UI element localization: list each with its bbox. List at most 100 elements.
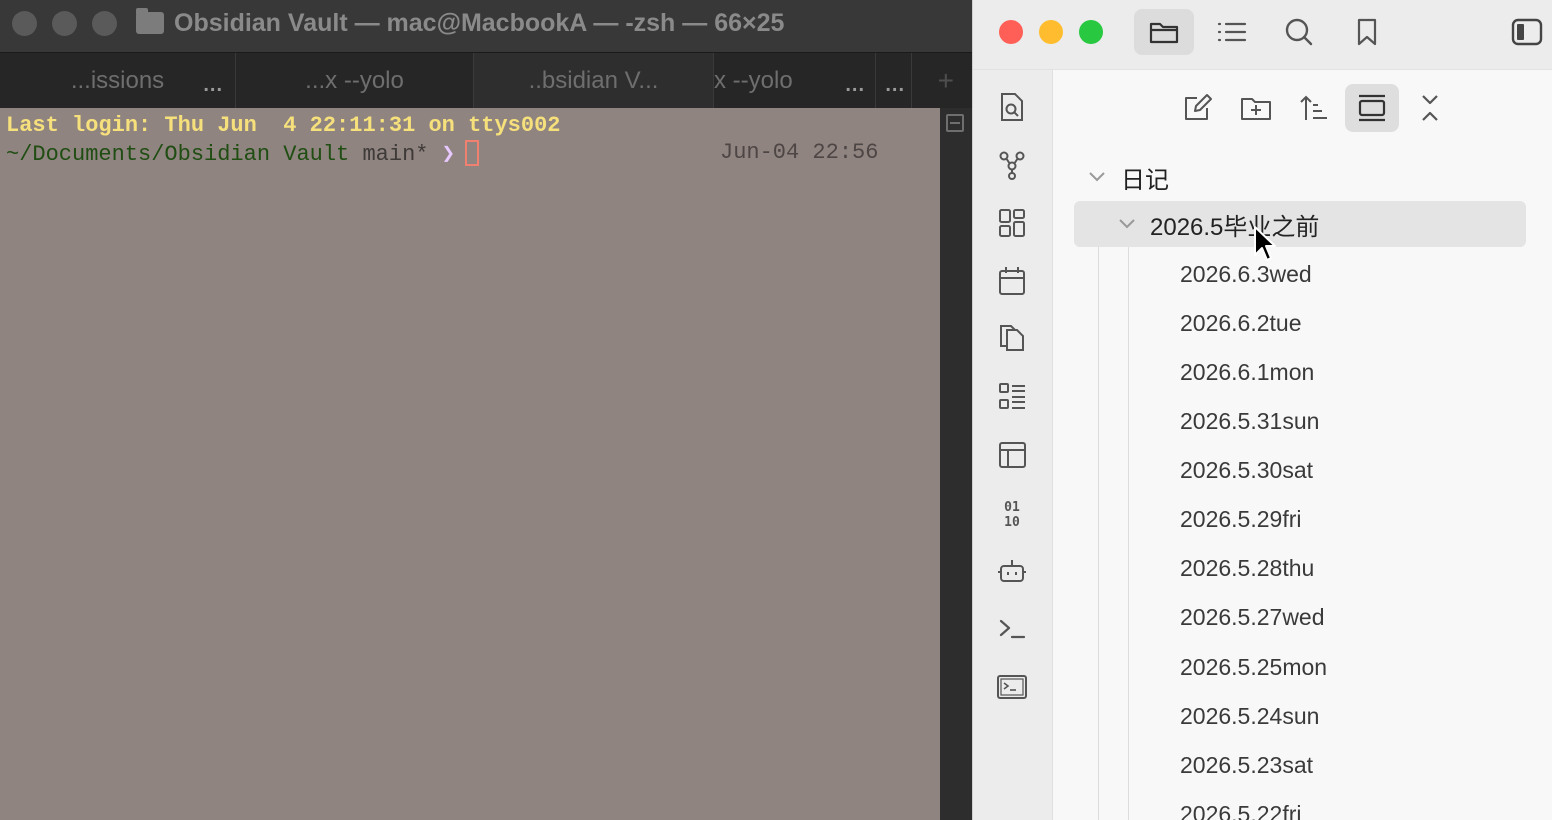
ribbon-templates[interactable]: [995, 322, 1029, 356]
terminal-output[interactable]: Last login: Thu Jun 4 22:11:31 on ttys00…: [0, 108, 940, 820]
terminal-tab-3[interactable]: ..bsidian V...: [474, 53, 714, 109]
terminal-tab-1[interactable]: ...issions ...: [0, 53, 236, 109]
tree-folder-label: 2026.5毕业之前: [1150, 213, 1320, 241]
tab-label: ...x --yolo: [305, 67, 404, 94]
terminal-minimize-button[interactable]: [52, 11, 77, 36]
binary-icon: 0110: [1004, 500, 1020, 529]
tab-activity-indicator: ...: [203, 74, 223, 96]
mouse-pointer-icon: [1254, 226, 1276, 261]
tab-files[interactable]: [1134, 9, 1194, 55]
terminal-tab-5[interactable]: ...: [876, 53, 912, 109]
indent-guide: [1128, 247, 1129, 820]
prompt-arrow: ❯: [441, 142, 455, 167]
terminal-title: Obsidian Vault — mac@MacbookA — -zsh — 6…: [136, 8, 784, 38]
tree-file-item[interactable]: 2026.5.23sat: [1180, 752, 1313, 779]
ribbon-command[interactable]: [995, 612, 1029, 646]
collapse-view-icon: [1358, 94, 1386, 122]
terminal-tab-4[interactable]: x --yolo ...: [714, 53, 876, 109]
copy-icon: [1000, 325, 1024, 351]
terminal-zoom-button[interactable]: [92, 11, 117, 36]
tree-file-item[interactable]: 2026.6.1mon: [1180, 359, 1314, 386]
ribbon-terminal[interactable]: [995, 670, 1029, 704]
tab-outline-list[interactable]: [1202, 9, 1262, 55]
graph-icon: [999, 151, 1025, 180]
tab-activity-indicator: ...: [845, 74, 865, 96]
right-prompt-timestamp: Jun-04 22:56: [720, 140, 879, 165]
terminal-titlebar: Obsidian Vault — mac@MacbookA — -zsh — 6…: [0, 0, 972, 52]
layout-icon: [999, 442, 1026, 468]
ribbon-canvas[interactable]: [995, 206, 1029, 240]
tree-file-item[interactable]: 2026.5.22fri: [1180, 801, 1301, 820]
prompt-line: ~/Documents/Obsidian Vault main* ❯: [6, 140, 479, 169]
outline-icon: [999, 383, 1025, 409]
file-search-icon: [1001, 93, 1023, 121]
new-tab-button[interactable]: +: [938, 65, 954, 97]
ribbon-layout[interactable]: [995, 438, 1029, 472]
chevron-down-icon: [1089, 172, 1105, 182]
calendar-icon: [999, 267, 1025, 295]
tree-file-item[interactable]: 2026.5.31sun: [1180, 408, 1319, 435]
obsidian-minimize-button[interactable]: [1039, 20, 1063, 44]
tree-file-item[interactable]: 2026.5.27wed: [1180, 604, 1325, 631]
list-icon: [1217, 22, 1247, 42]
tab-search[interactable]: [1269, 9, 1329, 55]
tree-file-item[interactable]: 2026.5.29fri: [1180, 506, 1301, 533]
new-folder-icon: [1241, 98, 1271, 120]
tree-file-item[interactable]: 2026.5.28thu: [1180, 555, 1314, 582]
bookmark-icon: [1357, 18, 1377, 46]
terminal-scrollbar[interactable]: [940, 108, 972, 820]
tree-file-item[interactable]: 2026.5.24sun: [1180, 703, 1319, 730]
obsidian-window: 01 10 日记 2026.5毕业之前 2026.6.3wed 2026.6.2…: [972, 0, 1552, 820]
prompt-path: ~/Documents/Obsidian Vault: [6, 142, 350, 167]
new-folder-button[interactable]: [1229, 84, 1283, 132]
new-note-icon: [1185, 94, 1212, 120]
tab-label: ...issions: [70, 67, 165, 94]
ribbon-ai-assistant[interactable]: [995, 554, 1029, 588]
svg-text:01: 01: [1004, 500, 1020, 515]
search-icon: [1285, 18, 1313, 46]
ribbon-graph-view[interactable]: [995, 148, 1029, 182]
ribbon-quick-switcher[interactable]: [995, 90, 1029, 124]
tree-folder-subfolder[interactable]: 2026.5毕业之前: [1117, 209, 1320, 241]
terminal-window: Obsidian Vault — mac@MacbookA — -zsh — 6…: [0, 0, 972, 820]
files-icon: [1149, 22, 1179, 44]
prompt-branch: main*: [362, 142, 429, 167]
ribbon-binary[interactable]: 01 10: [995, 496, 1029, 530]
grid-icon: [999, 209, 1025, 237]
terminal-tab-2[interactable]: ...x --yolo: [236, 53, 474, 109]
toggle-sidebar-button[interactable]: [1507, 9, 1547, 55]
tab-label: x --yolo: [714, 67, 793, 94]
terminal-title-text: Obsidian Vault — mac@MacbookA — -zsh — 6…: [174, 8, 785, 37]
terminal-window-icon: [997, 675, 1027, 699]
tree-folder-label: 日记: [1121, 166, 1169, 194]
indent-guide: [1098, 201, 1099, 820]
ribbon-daily-notes[interactable]: [995, 264, 1029, 298]
tree-file-item[interactable]: 2026.6.3wed: [1180, 261, 1312, 288]
text-cursor: [464, 140, 479, 166]
tree-folder-root[interactable]: 日记: [1087, 162, 1169, 194]
sort-button[interactable]: [1287, 84, 1341, 132]
last-login-line: Last login: Thu Jun 4 22:11:31 on ttys00…: [6, 113, 561, 138]
terminal-close-button[interactable]: [12, 11, 37, 36]
tab-activity-indicator: ...: [885, 74, 905, 96]
collapse-all-button[interactable]: [1403, 84, 1457, 132]
ribbon: 01 10: [973, 70, 1053, 820]
obsidian-zoom-button[interactable]: [1079, 20, 1103, 44]
auto-reveal-button[interactable]: [1345, 84, 1399, 132]
tab-label: ..bsidian V...: [528, 67, 659, 94]
collapse-all-icon: [1422, 95, 1438, 121]
terminal-prompt-icon: [999, 619, 1026, 639]
scrollbar-toggle-icon[interactable]: [946, 114, 964, 132]
ribbon-outline[interactable]: [995, 380, 1029, 414]
tree-file-item[interactable]: 2026.5.30sat: [1180, 457, 1313, 484]
obsidian-close-button[interactable]: [999, 20, 1023, 44]
bot-icon: [998, 560, 1026, 582]
tree-file-item[interactable]: 2026.5.25mon: [1180, 654, 1327, 681]
tab-bookmarks[interactable]: [1337, 9, 1397, 55]
obsidian-titlebar: [973, 0, 1552, 70]
tree-file-item[interactable]: 2026.6.2tue: [1180, 310, 1302, 337]
svg-text:10: 10: [1004, 515, 1020, 529]
sort-icon: [1300, 95, 1327, 120]
new-note-button[interactable]: [1171, 84, 1225, 132]
sidebar-toggle-icon: [1511, 18, 1543, 46]
